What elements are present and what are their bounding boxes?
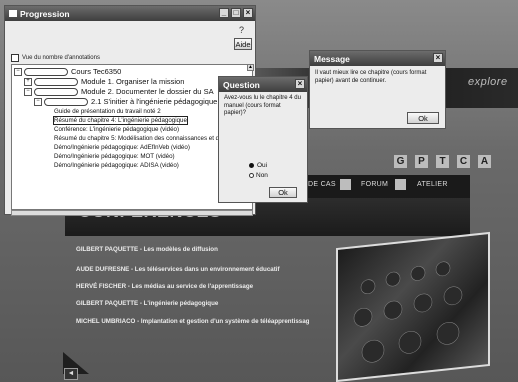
tree-course[interactable]: − Cours Tec6350 xyxy=(14,67,121,77)
square-nav: G P T C A xyxy=(394,155,491,168)
talk-link[interactable]: AUDE DUFRESNE - Les téléservices dans un… xyxy=(76,266,280,273)
aide-button[interactable]: Aide xyxy=(234,38,252,50)
message-titlebar[interactable]: Message × xyxy=(310,51,445,66)
message-text: Il vaut mieux lire ce chapitre (cours fo… xyxy=(315,70,427,84)
talk-link[interactable]: GILBERT PAQUETTE - L'ingénierie pédagogi… xyxy=(76,300,218,307)
nav-square-g[interactable]: G xyxy=(394,155,407,168)
nav-atelier[interactable]: ATELIER xyxy=(417,181,448,188)
tree-item[interactable]: Guide de présentation du travail noté 2 xyxy=(54,108,161,115)
question-title: Question xyxy=(223,79,260,90)
collapse-icon[interactable]: − xyxy=(24,88,32,97)
nav-forum[interactable]: FORUM xyxy=(361,181,388,188)
nav-square-c[interactable]: C xyxy=(457,155,470,168)
question-titlebar[interactable]: Question × xyxy=(219,77,307,92)
brand-logo: explore xyxy=(468,76,508,88)
help-cursor-icon: ? xyxy=(239,25,245,35)
scroll-up-icon[interactable]: ▲ xyxy=(247,64,254,71)
conference-photo xyxy=(336,231,490,382)
collapse-icon[interactable]: − xyxy=(14,68,22,77)
tree-module1[interactable]: + Module 1. Organiser la mission xyxy=(24,77,184,87)
tree-item-selected[interactable]: Résumé du chapitre 4: L'ingénierie pédag… xyxy=(53,116,188,125)
radio-no[interactable] xyxy=(249,173,254,178)
window-icon xyxy=(9,10,17,17)
annotations-checkbox-row: Vue du nombre d'annotations xyxy=(11,54,100,62)
tree-item[interactable]: Démo/Ingénierie pédagogique: ADISA (vidé… xyxy=(54,162,179,169)
nav-square-p[interactable]: P xyxy=(415,155,428,168)
tree-item[interactable]: Démo/Ingénierie pédagogique: AdEfInVeb (… xyxy=(54,144,190,151)
radio-yes-row[interactable]: Oui xyxy=(249,162,267,169)
nav-square-a[interactable]: A xyxy=(478,155,491,168)
expand-icon[interactable]: + xyxy=(24,78,32,87)
horizontal-scrollbar[interactable] xyxy=(11,210,253,216)
question-ok-button[interactable]: Ok xyxy=(269,187,297,198)
question-text: Avez-vous lu le chapitre 4 du manuel (co… xyxy=(224,95,301,116)
collapse-icon[interactable]: − xyxy=(34,98,42,107)
radio-yes-label: Oui xyxy=(257,162,268,169)
tree-item[interactable]: Démo/Ingénierie pédagogique: MOT (vidéo) xyxy=(54,153,175,160)
tree-item[interactable]: Conférence: L'ingénierie pédagogique (vi… xyxy=(54,126,179,133)
tree-section[interactable]: −2.1 S'initier à l'ingénierie pédagogiqu… xyxy=(34,97,217,107)
minimize-button[interactable]: _ xyxy=(219,8,229,18)
speaker-icon[interactable]: ◄ xyxy=(64,368,78,380)
progress-pill xyxy=(34,78,78,87)
progression-title: Progression xyxy=(20,8,70,19)
annotations-checkbox-label: Vue du nombre d'annotations xyxy=(22,55,100,61)
radio-no-row[interactable]: Non xyxy=(249,172,268,179)
question-dialog: Question × Avez-vous lu le chapitre 4 du… xyxy=(218,76,308,203)
radio-no-label: Non xyxy=(256,172,268,179)
close-button[interactable]: × xyxy=(295,79,305,89)
progress-pill xyxy=(44,98,88,107)
radio-yes[interactable] xyxy=(249,163,254,168)
progress-pill xyxy=(34,88,78,97)
nav-square-t[interactable]: T xyxy=(436,155,449,168)
talk-link[interactable]: HERVÉ FISCHER - Les médias au service de… xyxy=(76,283,253,290)
close-button[interactable]: × xyxy=(433,53,443,63)
nav-square-icon xyxy=(395,179,406,190)
tree-module2[interactable]: − Module 2. Documenter le dossier du SA xyxy=(24,87,214,97)
nav-etudes-de-cas[interactable]: DE CAS xyxy=(308,181,336,188)
annotations-checkbox[interactable] xyxy=(11,54,19,62)
close-button[interactable]: × xyxy=(243,8,253,18)
message-dialog: Message × Il vaut mieux lire ce chapitre… xyxy=(309,50,446,129)
tree-item[interactable]: Résumé du chapitre 5: Modélisation des c… xyxy=(54,135,223,142)
talk-link[interactable]: MICHEL UMBRIACO - Implantation et gestio… xyxy=(76,318,309,325)
nav-square-icon xyxy=(340,179,351,190)
audience-image-icon xyxy=(353,261,463,363)
message-ok-button[interactable]: Ok xyxy=(407,112,439,124)
course-tree: − Cours Tec6350 + Module 1. Organiser la m… xyxy=(11,64,253,210)
message-title: Message xyxy=(314,53,350,64)
maximize-button[interactable]: □ xyxy=(231,8,241,18)
progression-titlebar[interactable]: Progression _ □ × xyxy=(5,6,255,21)
progress-pill xyxy=(24,68,68,77)
talk-link[interactable]: GILBERT PAQUETTE - Les modèles de diffus… xyxy=(76,246,218,253)
